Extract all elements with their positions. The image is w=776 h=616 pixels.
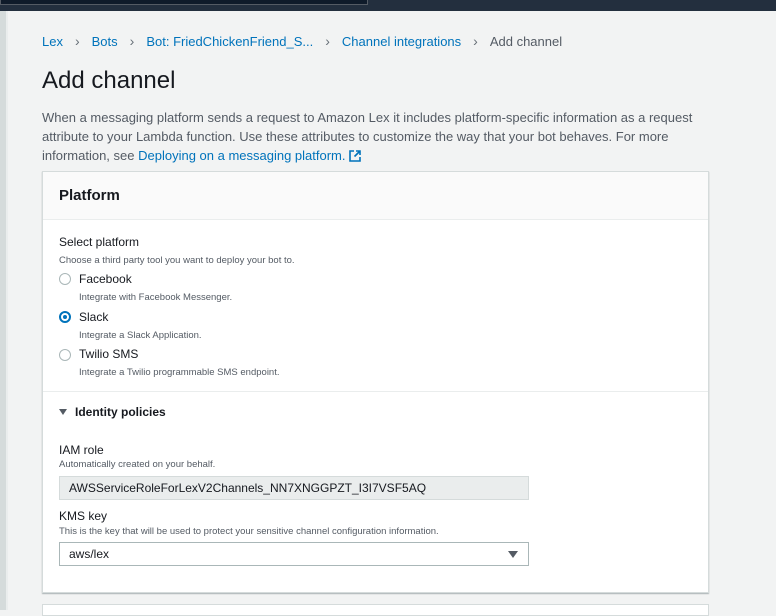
breadcrumb-lex[interactable]: Lex [42,34,63,49]
breadcrumb-bot[interactable]: Bot: FriedChickenFriend_S... [146,34,313,49]
select-platform-label: Select platform [59,235,140,249]
identity-policies-label: Identity policies [75,405,166,419]
page-title: Add channel [42,67,176,94]
platform-panel: Platform Select platform Choose a third … [42,171,709,593]
platform-panel-header: Platform [43,172,708,220]
breadcrumb-channel-integrations[interactable]: Channel integrations [342,34,461,49]
option-twilio-help: Integrate a Twilio programmable SMS endp… [79,367,280,378]
iam-role-help: Automatically created on your behalf. [59,459,216,470]
top-nav-bar [0,0,776,11]
breadcrumb-bots[interactable]: Bots [92,34,118,49]
option-facebook-help: Integrate with Facebook Messenger. [79,292,233,303]
radio-facebook[interactable] [59,273,71,285]
kms-key-help: This is the key that will be used to pro… [59,526,439,537]
select-platform-help: Choose a third party tool you want to de… [59,255,295,266]
kms-key-label: KMS key [59,509,108,523]
deploying-docs-link-text: Deploying on a messaging platform. [138,148,346,163]
deploying-docs-link[interactable]: Deploying on a messaging platform. [138,148,361,163]
browser-tab-strip [0,0,368,5]
option-twilio-label[interactable]: Twilio SMS [79,347,138,361]
chevron-right-icon: › [473,33,478,49]
iam-role-label: IAM role [59,443,104,457]
radio-slack[interactable] [59,311,71,323]
caret-down-icon [59,409,67,415]
option-slack-help: Integrate a Slack Application. [79,330,202,341]
page-description: When a messaging platform sends a reques… [42,108,718,167]
next-panel-edge [42,604,709,616]
kms-key-value: aws/lex [69,547,110,561]
chevron-right-icon: › [129,33,135,49]
dropdown-caret-icon [508,551,518,558]
platform-panel-title: Platform [59,187,120,204]
iam-role-field: AWSServiceRoleForLexV2Channels_NN7XNGGPZ… [59,476,529,500]
breadcrumb: Lex › Bots › Bot: FriedChickenFriend_S..… [42,33,562,49]
external-link-icon [348,148,361,167]
option-facebook-label[interactable]: Facebook [79,272,132,286]
chevron-right-icon: › [325,33,330,49]
kms-key-select[interactable]: aws/lex [59,542,529,566]
option-slack-label[interactable]: Slack [79,310,108,324]
breadcrumb-current: Add channel [489,33,563,49]
section-divider [43,391,708,392]
identity-policies-expander[interactable]: Identity policies [59,405,166,419]
radio-twilio-sms[interactable] [59,349,71,361]
chevron-right-icon: › [74,33,80,49]
side-navigation-edge [6,11,8,610]
